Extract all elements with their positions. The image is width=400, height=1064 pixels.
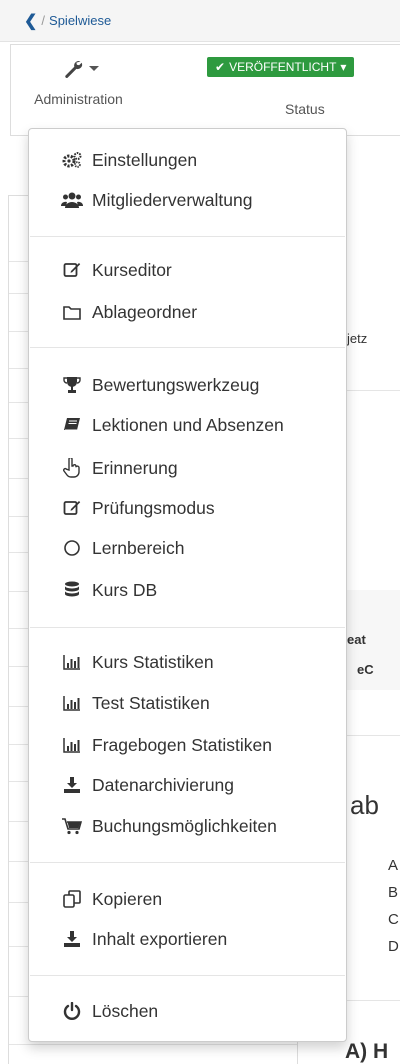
- menu-divider: [30, 975, 345, 976]
- menu-item-bewertungswerkzeug[interactable]: Bewertungswerkzeug: [61, 372, 259, 398]
- circle-icon: [61, 537, 83, 559]
- course-toolbar: Administration ✔ VERÖFFENTLICHT ▾ Status: [10, 44, 400, 136]
- menu-item-lektionen-und-absenzen[interactable]: Lektionen und Absenzen: [61, 412, 284, 438]
- bar-chart-icon: [61, 692, 83, 714]
- menu-item-label: Lektionen und Absenzen: [92, 414, 284, 435]
- content-text: jetz: [347, 331, 368, 346]
- menu-divider: [30, 236, 345, 237]
- status-control[interactable]: ✔ VERÖFFENTLICHT ▾ Status: [207, 57, 400, 117]
- cart-icon: [61, 815, 83, 837]
- wrench-icon: [65, 61, 83, 78]
- menu-item-einstellungen[interactable]: Einstellungen: [61, 147, 197, 173]
- content-text: D: [388, 938, 399, 955]
- content-text: eat: [347, 632, 366, 647]
- menu-item-label: Löschen: [92, 1000, 159, 1021]
- menu-item-test-statistiken[interactable]: Test Statistiken: [61, 690, 210, 716]
- caret-down-icon: [89, 66, 99, 71]
- breadcrumb: ❮ / Spielwiese: [0, 0, 400, 42]
- menu-item-label: Prüfungsmodus: [92, 497, 215, 518]
- status-badge-label: VERÖFFENTLICHT: [229, 60, 337, 74]
- bar-chart-icon: [61, 651, 83, 673]
- status-badge[interactable]: ✔ VERÖFFENTLICHT ▾: [207, 57, 355, 77]
- menu-item-label: Erinnerung: [92, 457, 178, 478]
- administration-button[interactable]: Administration: [11, 57, 146, 107]
- menu-item-buchungsmoeglichkeiten[interactable]: Buchungsmöglichkeiten: [61, 813, 277, 839]
- menu-item-loeschen[interactable]: Löschen: [61, 998, 158, 1024]
- menu-divider: [30, 627, 345, 628]
- administration-label: Administration: [34, 91, 123, 107]
- menu-item-kurs-statistiken[interactable]: Kurs Statistiken: [61, 649, 214, 675]
- menu-item-kurseditor[interactable]: Kurseditor: [61, 257, 172, 283]
- database-icon: [61, 579, 83, 601]
- menu-item-lernbereich[interactable]: Lernbereich: [61, 535, 184, 561]
- copy-icon: [61, 888, 83, 910]
- menu-item-label: Mitgliederverwaltung: [92, 189, 253, 210]
- menu-item-kurs-db[interactable]: Kurs DB: [61, 577, 157, 603]
- download-icon: [61, 928, 83, 950]
- download-icon: [61, 774, 83, 796]
- menu-item-label: Kurseditor: [92, 259, 172, 280]
- menu-item-label: Kurs DB: [92, 579, 158, 600]
- menu-item-datenarchivierung[interactable]: Datenarchivierung: [61, 772, 234, 798]
- hand-pointer-icon: [61, 457, 83, 479]
- menu-item-label: Fragebogen Statistiken: [92, 734, 272, 755]
- breadcrumb-current[interactable]: Spielwiese: [49, 13, 111, 28]
- edit-icon: [61, 497, 83, 519]
- gears-icon: [61, 149, 83, 171]
- menu-item-label: Bewertungswerkzeug: [92, 374, 260, 395]
- menu-item-label: Einstellungen: [92, 149, 198, 170]
- menu-item-label: Kopieren: [92, 888, 163, 909]
- content-text: A: [388, 857, 399, 874]
- caret-down-icon: ▾: [340, 60, 347, 74]
- breadcrumb-separator: /: [41, 13, 46, 28]
- menu-item-inhalt-exportieren[interactable]: Inhalt exportieren: [61, 926, 227, 952]
- chevron-left-icon[interactable]: ❮: [24, 11, 37, 31]
- users-icon: [61, 189, 83, 211]
- menu-divider: [30, 347, 345, 348]
- content-text: C: [388, 911, 399, 928]
- menu-item-pruefungsmodus[interactable]: Prüfungsmodus: [61, 495, 215, 521]
- menu-item-kopieren[interactable]: Kopieren: [61, 886, 162, 912]
- folder-icon: [61, 301, 83, 323]
- menu-item-label: Lernbereich: [92, 537, 185, 558]
- power-icon: [61, 1000, 83, 1022]
- content-text: eC: [357, 662, 374, 677]
- menu-item-label: Datenarchivierung: [92, 774, 235, 795]
- book-icon: [61, 414, 83, 436]
- trophy-icon: [61, 374, 83, 396]
- status-label: Status: [285, 101, 325, 117]
- content-text: B: [388, 884, 399, 901]
- check-icon: ✔: [215, 60, 226, 74]
- administration-dropdown: Einstellungen Mitgliederverwaltung Kurse…: [28, 128, 347, 1042]
- menu-divider: [30, 862, 345, 863]
- menu-item-label: Kurs Statistiken: [92, 651, 214, 672]
- menu-item-label: Ablageordner: [92, 301, 198, 322]
- edit-icon: [61, 259, 83, 281]
- menu-item-label: Buchungsmöglichkeiten: [92, 815, 277, 836]
- content-heading: ab: [350, 790, 379, 820]
- menu-item-label: Inhalt exportieren: [92, 928, 228, 949]
- bar-chart-icon: [61, 734, 83, 756]
- menu-item-mitgliederverwaltung[interactable]: Mitgliederverwaltung: [61, 187, 253, 213]
- menu-item-erinnerung[interactable]: Erinnerung: [61, 455, 178, 481]
- menu-item-ablageordner[interactable]: Ablageordner: [61, 299, 197, 325]
- content-heading: A) H: [345, 1040, 389, 1063]
- menu-item-fragebogen-statistiken[interactable]: Fragebogen Statistiken: [61, 732, 272, 758]
- menu-item-label: Test Statistiken: [92, 692, 210, 713]
